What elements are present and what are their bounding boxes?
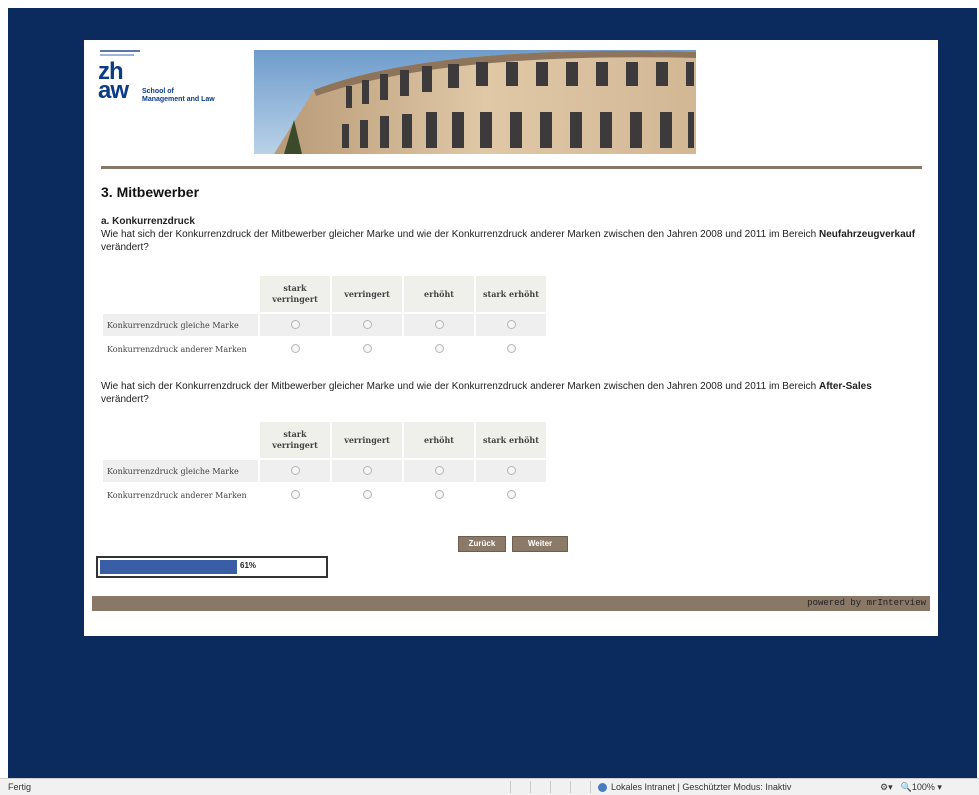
- question-a-text-bold: Neufahrzeugverkauf: [818, 229, 916, 240]
- radio-button[interactable]: [362, 465, 372, 475]
- grid-after-sales: stark verringert verringert erhöht stark…: [101, 420, 548, 508]
- radio-button[interactable]: [434, 343, 444, 353]
- status-separator: [530, 781, 531, 793]
- question-b-text-before: Wie hat sich der Konkurrenzdruck der Mit…: [101, 381, 819, 392]
- radio-button[interactable]: [506, 319, 516, 329]
- radio-button[interactable]: [506, 343, 516, 353]
- grid-row: Konkurrenzdruck anderer Marken: [103, 338, 546, 360]
- footer-bar: powered by mrInterview: [92, 596, 930, 611]
- logo-school-text: School of Management and Law: [142, 88, 215, 104]
- status-separator: [510, 781, 511, 793]
- back-button[interactable]: Zurück: [458, 536, 506, 552]
- question-a-text: Wie hat sich der Konkurrenzdruck der Mit…: [101, 228, 921, 254]
- next-button[interactable]: Weiter: [512, 536, 568, 552]
- security-zone-text: Lokales Intranet | Geschützter Modus: In…: [611, 782, 792, 792]
- header-divider: [101, 166, 922, 169]
- radio-button[interactable]: [290, 343, 300, 353]
- grid-row: Konkurrenzdruck gleiche Marke: [103, 460, 546, 482]
- col-header: verringert: [332, 422, 402, 458]
- logo-school-line1: School of: [142, 88, 174, 95]
- row-label: Konkurrenzdruck anderer Marken: [107, 490, 247, 500]
- progress-percent: 61%: [240, 561, 257, 570]
- col-header: erhöht: [404, 276, 474, 312]
- radio-button[interactable]: [290, 465, 300, 475]
- security-zone[interactable]: Lokales Intranet | Geschützter Modus: In…: [598, 782, 791, 792]
- browser-viewport: zh aw School of Management and Law 3. Mi…: [8, 8, 977, 778]
- radio-button[interactable]: [290, 489, 300, 499]
- status-separator: [550, 781, 551, 793]
- col-header: verringert: [332, 276, 402, 312]
- section-title: 3. Mitbewerber: [101, 184, 200, 200]
- zoom-control[interactable]: 🔍100% ▾: [901, 782, 942, 793]
- survey-page: zh aw School of Management and Law 3. Mi…: [84, 40, 938, 636]
- globe-icon: [598, 782, 607, 792]
- radio-button[interactable]: [506, 465, 516, 475]
- progress-fill: [100, 560, 237, 574]
- grid-corner: [103, 422, 258, 458]
- status-separator: [570, 781, 571, 793]
- zhaw-logo: zh aw School of Management and Law: [98, 50, 248, 130]
- radio-button[interactable]: [362, 343, 372, 353]
- grid-corner: [103, 276, 258, 312]
- zoom-level: 100%: [911, 782, 935, 792]
- grid-row: Konkurrenzdruck anderer Marken: [103, 484, 546, 506]
- question-a-text-after: verändert?: [101, 242, 149, 253]
- radio-button[interactable]: [506, 489, 516, 499]
- question-a-title: a. Konkurrenzdruck: [101, 216, 195, 227]
- col-header: erhöht: [404, 422, 474, 458]
- col-header: stark verringert: [260, 422, 330, 458]
- browser-status-bar: Fertig Lokales Intranet | Geschützter Mo…: [0, 778, 979, 795]
- row-label: Konkurrenzdruck gleiche Marke: [103, 314, 258, 336]
- question-a-text-before: Wie hat sich der Konkurrenzdruck der Mit…: [101, 229, 819, 240]
- row-label: Konkurrenzdruck gleiche Marke: [103, 460, 258, 482]
- status-separator: [590, 781, 591, 793]
- powered-by-text: powered by mrInterview: [807, 598, 926, 608]
- logo-mark-aw: aw: [98, 77, 129, 104]
- grid-row: Konkurrenzdruck gleiche Marke: [103, 314, 546, 336]
- logo-school-line2: Management and Law: [142, 96, 215, 103]
- logo-tiny-line-2: [100, 54, 134, 56]
- col-header: stark erhöht: [476, 276, 546, 312]
- radio-button[interactable]: [434, 465, 444, 475]
- radio-button[interactable]: [362, 319, 372, 329]
- grid-neufahrzeugverkauf: stark verringert verringert erhöht stark…: [101, 274, 548, 362]
- progress-bar: 61%: [96, 556, 328, 578]
- logo-mark: zh aw: [98, 60, 129, 104]
- row-label: Konkurrenzdruck anderer Marken: [107, 344, 247, 354]
- question-b-text-after: verändert?: [101, 394, 149, 405]
- building-illustration: [254, 50, 696, 154]
- protected-mode-icon[interactable]: ⚙▾: [880, 782, 893, 793]
- radio-button[interactable]: [362, 489, 372, 499]
- building-banner-image: [254, 50, 696, 154]
- radio-button[interactable]: [290, 319, 300, 329]
- logo-tiny-line: [100, 50, 140, 52]
- question-b-text: Wie hat sich der Konkurrenzdruck der Mit…: [101, 380, 921, 406]
- col-header: stark verringert: [260, 276, 330, 312]
- status-text: Fertig: [8, 782, 32, 792]
- question-b-text-bold: After-Sales: [818, 381, 872, 392]
- radio-button[interactable]: [434, 319, 444, 329]
- radio-button[interactable]: [434, 489, 444, 499]
- col-header: stark erhöht: [476, 422, 546, 458]
- status-right: ⚙▾ 🔍100% ▾: [880, 782, 942, 793]
